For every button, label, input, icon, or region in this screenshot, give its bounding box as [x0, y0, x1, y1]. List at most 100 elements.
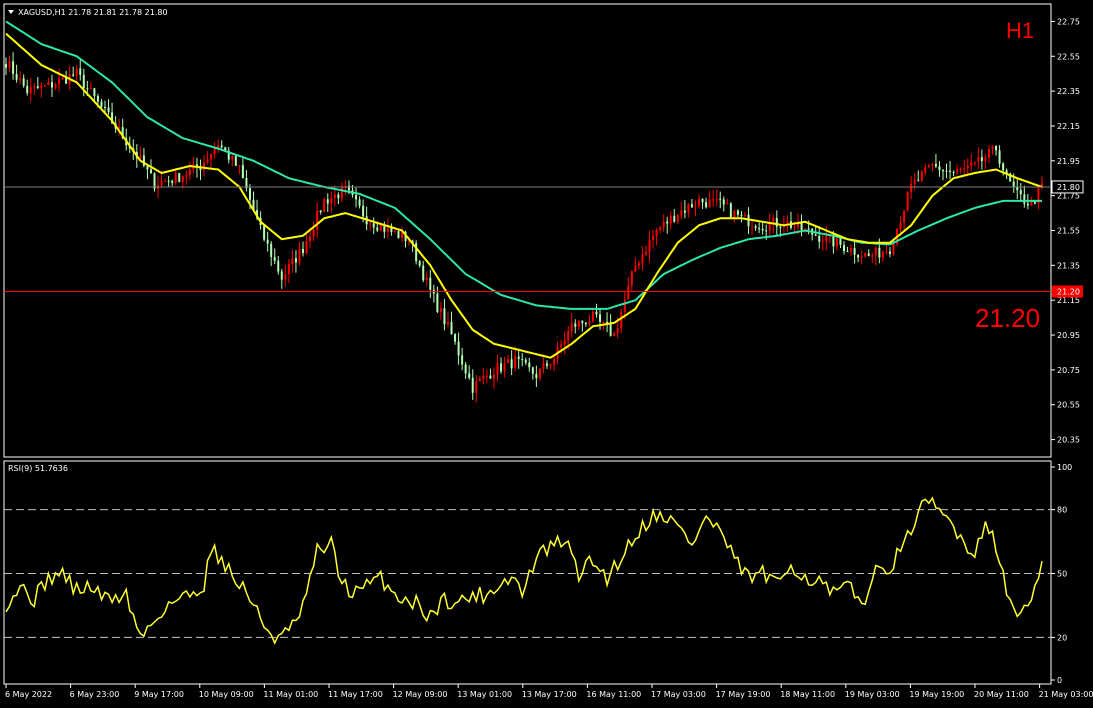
- candle-body: [814, 234, 817, 236]
- candle-body: [277, 260, 280, 272]
- candle-body: [842, 244, 845, 252]
- candle-body: [171, 180, 174, 183]
- candle-body: [751, 226, 754, 228]
- level-label: 21.20: [975, 303, 1040, 333]
- candle-body: [507, 359, 510, 364]
- candle-body: [669, 215, 672, 224]
- candle-body: [652, 236, 655, 241]
- time-tick-label: 19 May 19:00: [909, 690, 964, 699]
- candle-body: [705, 202, 708, 208]
- rsi-tick-label: 100: [1057, 463, 1072, 472]
- candle-body: [613, 333, 616, 336]
- candle-body: [818, 235, 821, 242]
- candle-body: [369, 223, 372, 225]
- candle-body: [648, 240, 651, 252]
- candle-body: [899, 222, 902, 229]
- candle-body: [970, 162, 973, 166]
- time-tick-label: 10 May 09:00: [199, 690, 254, 699]
- candle-body: [89, 88, 92, 90]
- candle-body: [347, 185, 350, 191]
- candle-body: [740, 214, 743, 216]
- candle-body: [1019, 190, 1022, 195]
- candle-body: [584, 322, 587, 325]
- candle-body: [210, 154, 213, 160]
- candle-body: [206, 159, 209, 163]
- candle-body: [531, 367, 534, 374]
- candle-body: [673, 215, 676, 222]
- candle-body: [881, 251, 884, 258]
- candle-body: [263, 225, 266, 240]
- candle-body: [743, 214, 746, 216]
- candle-body: [266, 239, 269, 244]
- candle-body: [358, 199, 361, 206]
- candle-body: [591, 311, 594, 322]
- candle-body: [280, 271, 283, 280]
- candle-body: [393, 231, 396, 233]
- candle-body: [47, 82, 50, 86]
- time-tick-label: 13 May 01:00: [457, 690, 512, 699]
- candle-body: [853, 248, 856, 255]
- candle-body: [443, 308, 446, 325]
- candle-body: [736, 210, 739, 215]
- candle-body: [468, 373, 471, 378]
- candle-body: [287, 264, 290, 274]
- candle-body: [690, 204, 693, 208]
- candle-body: [429, 277, 432, 290]
- candle-body: [846, 251, 849, 253]
- candle-body: [33, 86, 36, 88]
- candle-body: [273, 257, 276, 261]
- candle-body: [475, 381, 478, 393]
- candle-body: [659, 227, 662, 230]
- candle-body: [588, 321, 591, 325]
- candle-body: [712, 199, 715, 201]
- time-tick-label: 6 May 23:00: [70, 690, 120, 699]
- candle-body: [729, 203, 732, 218]
- candle-body: [839, 238, 842, 245]
- candle-body: [482, 375, 485, 380]
- candle-body: [910, 183, 913, 192]
- candle-body: [581, 320, 584, 323]
- candle-body: [835, 238, 838, 247]
- candle-body: [906, 191, 909, 211]
- time-tick-label: 18 May 11:00: [780, 690, 835, 699]
- candle-body: [984, 157, 987, 161]
- candle-body: [100, 101, 103, 108]
- price-tick-label: 20.95: [1057, 331, 1080, 340]
- candle-body: [457, 341, 460, 356]
- rsi-tick-label: 20: [1057, 633, 1067, 642]
- candle-body: [450, 322, 453, 335]
- chart-window[interactable]: 22.7522.5522.3522.1521.9521.7521.5521.35…: [0, 0, 1093, 708]
- candle-body: [40, 85, 43, 88]
- candle-body: [977, 157, 980, 162]
- candle-body: [637, 263, 640, 266]
- candle-body: [72, 74, 75, 76]
- candle-body: [535, 373, 538, 379]
- time-tick-label: 6 May 2022: [5, 690, 52, 699]
- candle-body: [998, 150, 1001, 164]
- price-tick-label: 22.75: [1057, 17, 1080, 26]
- candle-body: [528, 362, 531, 368]
- candle-body: [602, 321, 605, 323]
- time-tick-label: 16 May 11:00: [586, 690, 641, 699]
- candle-body: [372, 223, 375, 228]
- candle-body: [376, 227, 379, 231]
- candle-body: [500, 363, 503, 372]
- price-tick-label: 21.95: [1057, 157, 1080, 166]
- candle-body: [903, 210, 906, 223]
- candle-body: [454, 334, 457, 342]
- price-tick-label: 20.75: [1057, 366, 1080, 375]
- time-tick-label: 13 May 17:00: [522, 690, 577, 699]
- candle-body: [439, 308, 442, 312]
- candle-body: [164, 180, 167, 182]
- candle-body: [510, 359, 513, 369]
- candle-body: [8, 61, 11, 68]
- candle-body: [471, 377, 474, 393]
- candle-body: [425, 277, 428, 281]
- candle-body: [1002, 163, 1005, 171]
- rsi-tick-label: 50: [1057, 570, 1067, 579]
- candle-body: [379, 225, 382, 231]
- candle-body: [952, 171, 955, 173]
- candle-body: [185, 174, 188, 177]
- candle-body: [203, 162, 206, 171]
- price-tick-label: 21.35: [1057, 261, 1080, 270]
